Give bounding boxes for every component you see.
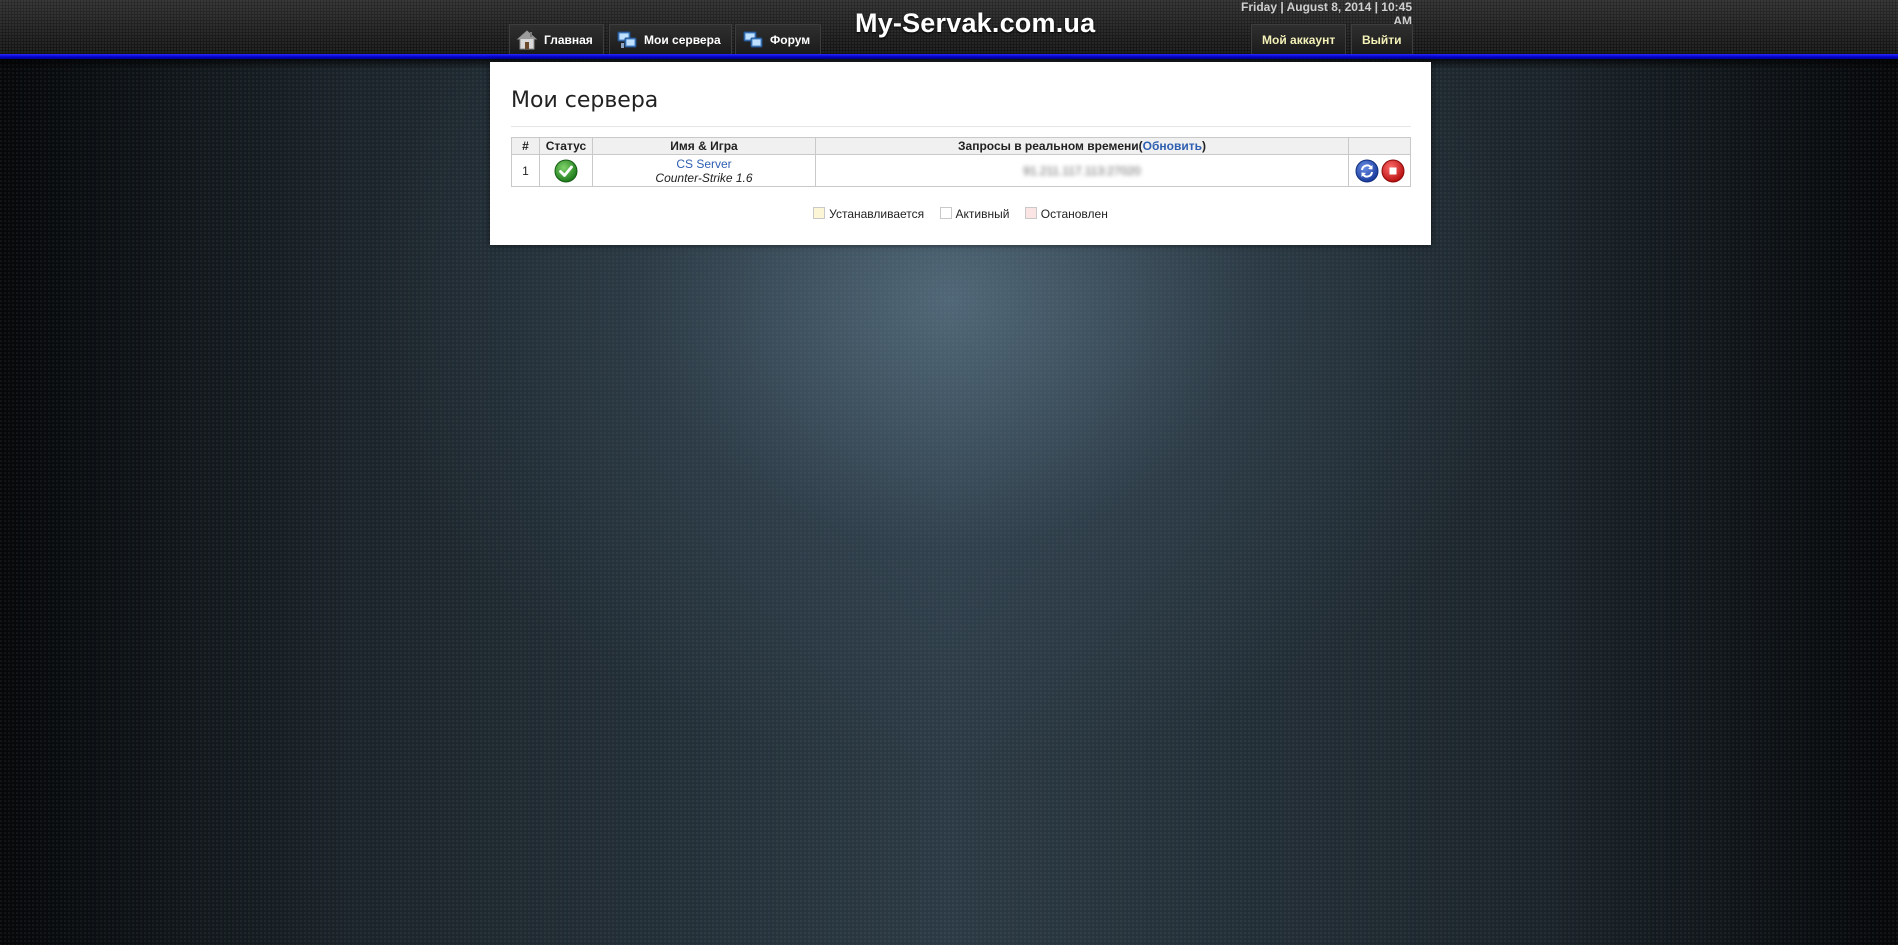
col-status: Статус [539,137,593,155]
nav-forum[interactable]: Форум [735,24,822,54]
check-circle-icon [554,159,578,183]
status-legend: Устанавливается Активный Остановлен [490,207,1431,221]
nav-logout-label: Выйти [1362,32,1402,47]
queries-header-close: ) [1201,139,1206,153]
servers-table: # Статус Имя & Игра Запросы в реальном в… [511,137,1411,187]
server-address: 91.211.117.113:27020 [1023,163,1141,178]
nav-my-servers[interactable]: Мои сервера [609,24,732,54]
nav-home[interactable]: Главная [509,24,604,54]
row-name-game: CS Server Counter-Strike 1.6 [592,154,816,187]
row-realtime-query: 91.211.117.113:27020 [815,154,1349,187]
nav-home-label: Главная [544,32,593,47]
col-number: # [511,137,540,155]
restart-icon[interactable] [1355,159,1379,183]
legend-installing-swatch [813,207,826,219]
servers-panel: Мои сервера # Статус Имя & Игра Запросы … [490,62,1431,245]
site-logo[interactable]: My-Servak.com.ua [855,8,1095,39]
table-row: 1 CS Server Counter-Strike 1.6 91.211.11… [511,154,1411,187]
nav-my-account[interactable]: Мой аккаунт [1251,24,1347,54]
legend-stopped-swatch [1024,207,1037,219]
house-icon [516,29,538,51]
servers-icon [616,29,638,51]
nav-logout[interactable]: Выйти [1351,24,1413,54]
refresh-link[interactable]: Обновить [1143,139,1202,153]
legend-active-swatch [939,207,952,219]
col-realtime-queries: Запросы в реальном времени(Обновить) [815,137,1349,155]
legend-active-label: Активный [955,207,1010,221]
col-actions [1348,137,1411,155]
row-status [539,154,593,187]
legend-stopped: Остановлен [1024,207,1108,221]
stop-icon[interactable] [1381,159,1405,183]
legend-active: Активный [939,207,1010,221]
queries-header-label: Запросы в реальном времени( [958,139,1143,153]
nav-my-servers-label: Мои сервера [644,32,721,47]
page-title: Мои сервера [511,88,659,113]
legend-installing: Устанавливается [813,207,924,221]
nav-forum-label: Форум [770,32,811,47]
legend-stopped-label: Остановлен [1040,207,1108,221]
forum-icon [742,29,764,51]
row-actions [1348,154,1411,187]
title-divider [511,126,1411,127]
server-game: Counter-Strike 1.6 [655,170,753,185]
col-name-game: Имя & Игра [592,137,816,155]
table-header-row: # Статус Имя & Игра Запросы в реальном в… [511,137,1411,155]
server-name-link[interactable]: CS Server [593,157,815,171]
legend-installing-label: Устанавливается [829,207,925,221]
nav-my-account-label: Мой аккаунт [1262,32,1336,47]
row-number: 1 [511,154,540,187]
